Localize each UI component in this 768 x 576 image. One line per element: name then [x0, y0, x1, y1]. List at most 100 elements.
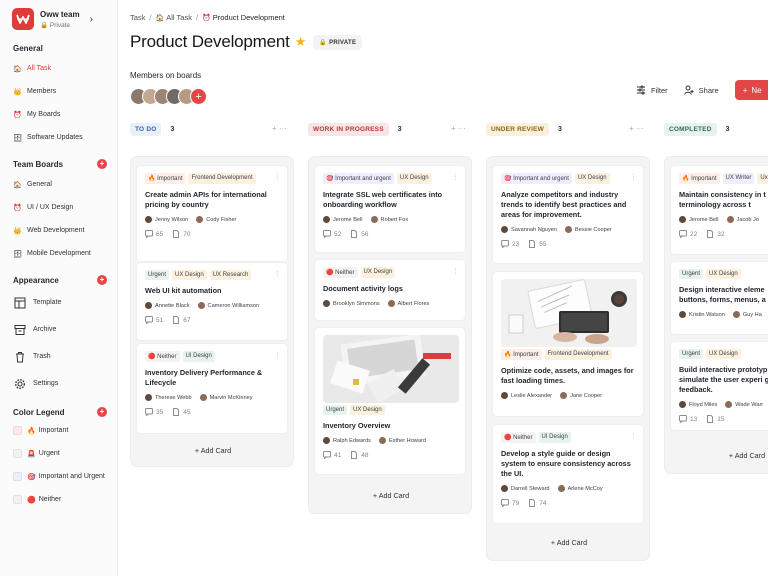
- comment-count[interactable]: 51: [145, 316, 163, 324]
- sidebar-item-archive[interactable]: Archive: [0, 316, 117, 343]
- sidebar-item-template[interactable]: Template: [0, 289, 117, 316]
- column-actions[interactable]: + ···: [629, 124, 644, 133]
- more-icon[interactable]: ⋮: [630, 432, 637, 440]
- sidebar-item-mobile-dev[interactable]: 🗄 Mobile Development: [0, 246, 117, 261]
- add-legend-button[interactable]: +: [97, 407, 107, 417]
- legend-checkbox[interactable]: [13, 472, 22, 481]
- card-title: Optimize code, assets, and images for fa…: [501, 366, 634, 385]
- more-icon[interactable]: ⋮: [452, 173, 459, 181]
- assignee: Darrell Steward: [501, 485, 550, 492]
- task-card[interactable]: ⋮ 🔥 Important Frontend Development Creat…: [136, 165, 288, 262]
- file-count[interactable]: 45: [172, 408, 190, 416]
- add-member-button[interactable]: +: [190, 88, 207, 105]
- task-card[interactable]: Urgent UX Design Inventory Overview Ralp…: [314, 327, 466, 475]
- tag: Urgent: [679, 349, 704, 359]
- comment-icon: [323, 230, 331, 238]
- add-card-button[interactable]: + Add Card: [487, 538, 651, 547]
- file-count[interactable]: 48: [350, 451, 368, 459]
- sidebar-item-trash[interactable]: Trash: [0, 343, 117, 370]
- star-icon[interactable]: ★: [295, 34, 307, 50]
- legend-neither[interactable]: 🔴 Neither: [0, 488, 117, 511]
- sidebar-item-web-dev[interactable]: 👑 Web Development: [0, 223, 117, 238]
- trash-icon: [13, 350, 26, 363]
- add-card-button[interactable]: + Add Card: [665, 451, 768, 460]
- fire-icon: 🔥: [682, 176, 690, 182]
- task-card[interactable]: Urgent UX Design Design interactive elem…: [670, 261, 768, 335]
- legend-checkbox[interactable]: [13, 449, 22, 458]
- legend-important-urgent[interactable]: 🎯 Important and Urgent: [0, 465, 117, 488]
- file-count[interactable]: 74: [528, 499, 546, 507]
- assignee: Floyd Miles: [679, 401, 717, 408]
- add-board-button[interactable]: +: [97, 159, 107, 169]
- file-count[interactable]: 32: [706, 230, 724, 238]
- sidebar-item-my-boards[interactable]: ⏰ My Boards: [0, 107, 117, 122]
- more-icon[interactable]: ⋮: [274, 270, 281, 278]
- comment-count[interactable]: 22: [679, 230, 697, 238]
- filter-icon: [637, 85, 645, 95]
- task-card[interactable]: ⋮ 🔴 Neither UI Design Develop a style gu…: [492, 424, 644, 524]
- team-switcher[interactable]: Oww team 🔒 Private ›: [0, 0, 117, 30]
- more-icon[interactable]: ⋮: [452, 267, 459, 275]
- breadcrumb: Task / 🏠 All Task / ⏰ Product Developmen…: [130, 13, 285, 22]
- comment-count[interactable]: 35: [145, 408, 163, 416]
- sidebar-item-all-task[interactable]: 🏠 All Task: [0, 61, 117, 76]
- member-avatars[interactable]: +: [130, 88, 207, 105]
- file-count[interactable]: 56: [350, 230, 368, 238]
- task-card[interactable]: ⋮ Urgent UX Design UX Research Web UI ki…: [136, 262, 288, 341]
- more-icon[interactable]: ⋮: [274, 351, 281, 359]
- team-logo: [12, 8, 34, 30]
- more-icon[interactable]: ⋮: [274, 173, 281, 181]
- sidebar-item-settings[interactable]: Settings: [0, 370, 117, 397]
- tag: 🔴 Neither: [323, 267, 358, 278]
- tag: Frontend Development: [544, 349, 612, 360]
- more-icon[interactable]: ⋮: [630, 173, 637, 181]
- breadcrumb-all-task[interactable]: All Task: [166, 13, 192, 22]
- sidebar: Oww team 🔒 Private › General 🏠 All Task 👑…: [0, 0, 118, 576]
- legend-urgent[interactable]: 🚨 Urgent: [0, 442, 117, 465]
- sidebar-item-members[interactable]: 👑 Members: [0, 84, 117, 99]
- comment-count[interactable]: 52: [323, 230, 341, 238]
- comment-count[interactable]: 41: [323, 451, 341, 459]
- legend-checkbox[interactable]: [13, 495, 22, 504]
- file-count[interactable]: 70: [172, 230, 190, 238]
- share-button[interactable]: Share: [683, 85, 719, 95]
- task-card[interactable]: ⋮ 🎯 Important and urgent UX Design Analy…: [492, 165, 644, 264]
- task-card[interactable]: ⋮ 🎯 Important and urgent UX Design Integ…: [314, 165, 466, 253]
- comment-count[interactable]: 13: [679, 415, 697, 423]
- tag: Urgent: [323, 405, 348, 415]
- task-card[interactable]: 🔥 Important UX Writer Ux Maintain consis…: [670, 165, 768, 255]
- file-count[interactable]: 15: [706, 415, 724, 423]
- column-wip: ⋮ 🎯 Important and urgent UX Design Integ…: [308, 156, 472, 514]
- legend-important[interactable]: 🔥 Important: [0, 419, 117, 442]
- file-count[interactable]: 67: [172, 316, 190, 324]
- sidebar-item-ui-ux[interactable]: ⏰ UI / UX Design: [0, 200, 117, 215]
- add-card-button[interactable]: + Add Card: [309, 491, 473, 500]
- column-actions[interactable]: + ···: [451, 124, 466, 133]
- task-card[interactable]: Urgent UX Design Build interactive proto…: [670, 341, 768, 431]
- assignee: Jenny Wilson: [145, 216, 188, 223]
- comment-count[interactable]: 23: [501, 240, 519, 248]
- legend-checkbox[interactable]: [13, 426, 22, 435]
- add-card-button[interactable]: + Add Card: [131, 446, 295, 455]
- new-task-button[interactable]: + Ne: [734, 80, 768, 100]
- sidebar-item-software-updates[interactable]: 🗄 Software Updates: [0, 130, 117, 145]
- chevron-right-icon[interactable]: ›: [90, 14, 93, 25]
- assignee: Jacob Jo: [726, 216, 759, 223]
- task-card[interactable]: ⋮ 🔴 Neither UI Design Inventory Delivery…: [136, 343, 288, 434]
- task-card[interactable]: 🔥 Important Frontend Development Optimiz…: [492, 271, 644, 417]
- assignee: Leslie Alexander: [501, 392, 552, 399]
- sidebar-item-general-board[interactable]: 🏠 General: [0, 177, 117, 192]
- avatar: [725, 401, 733, 408]
- comment-count[interactable]: 65: [145, 230, 163, 238]
- breadcrumb-current: Product Development: [212, 13, 285, 22]
- file-count[interactable]: 55: [528, 240, 546, 248]
- comment-count[interactable]: 79: [501, 499, 519, 507]
- assignee: Arlene McCoy: [557, 485, 603, 492]
- filter-button[interactable]: Filter: [636, 85, 668, 95]
- task-card[interactable]: ⋮ 🔴 Neither UX Design Document activity …: [314, 259, 466, 321]
- assignee: Bessie Cooper: [565, 226, 612, 233]
- breadcrumb-task[interactable]: Task: [130, 13, 145, 22]
- column-actions[interactable]: + ···: [272, 124, 287, 133]
- add-appearance-button[interactable]: +: [97, 275, 107, 285]
- tray-icon: 🗄: [13, 250, 22, 258]
